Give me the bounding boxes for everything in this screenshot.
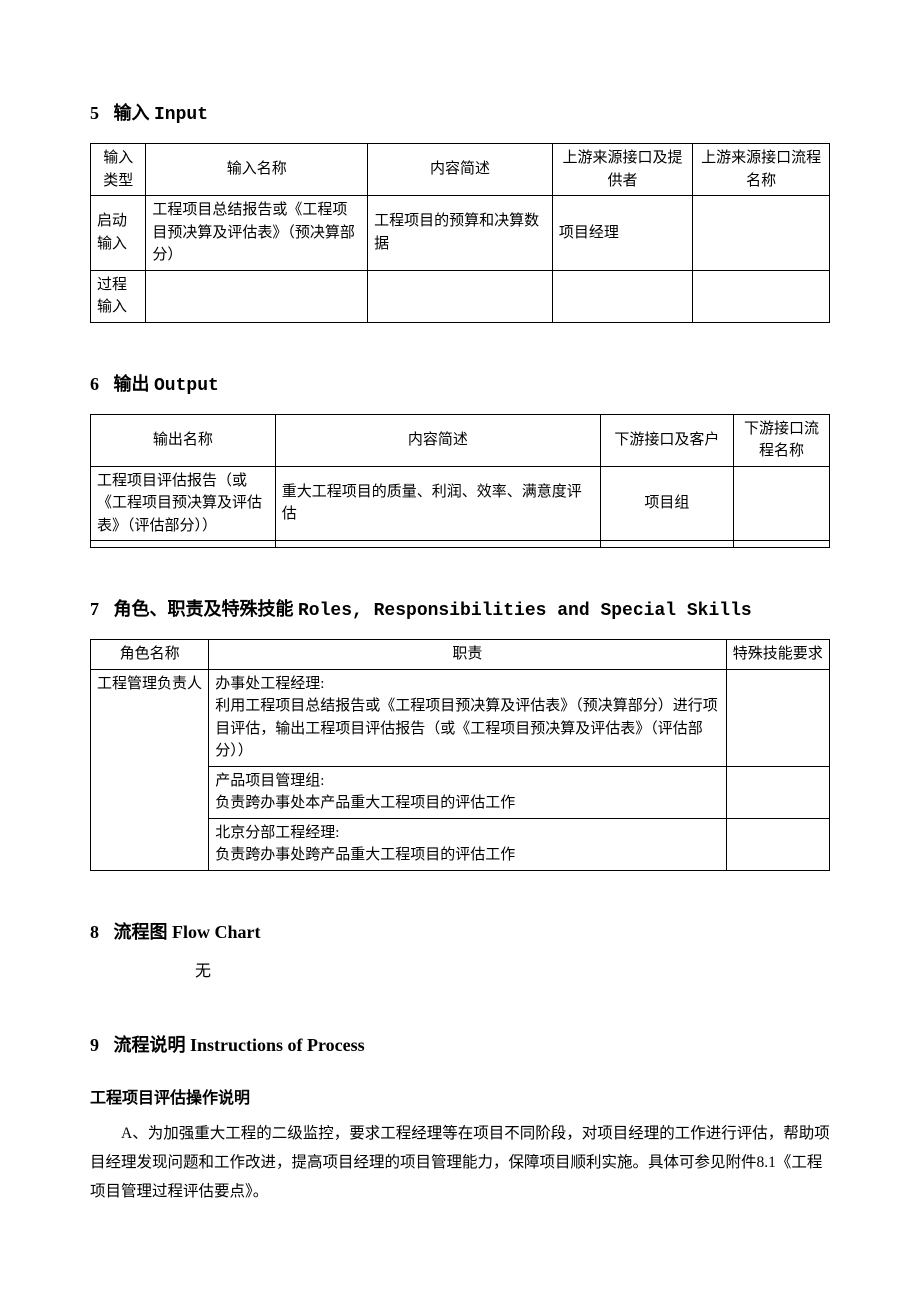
th-output-desc: 内容简述 bbox=[275, 414, 600, 466]
cell: 工程项目评估报告（或《工程项目预决算及评估表》（评估部分）） bbox=[91, 466, 276, 541]
cell bbox=[600, 541, 733, 548]
table-header-row: 输入类型 输入名称 内容简述 上游来源接口及提供者 上游来源接口流程名称 bbox=[91, 144, 830, 196]
section-9-heading: 9 流程说明 Instructions of Process bbox=[90, 1032, 830, 1059]
cell-duty-3: 北京分部工程经理: 负责跨办事处跨产品重大工程项目的评估工作 bbox=[209, 818, 726, 870]
cell: 启动输入 bbox=[91, 196, 146, 271]
cell bbox=[693, 270, 830, 322]
section-5-num: 5 bbox=[90, 103, 99, 123]
section-7-num: 7 bbox=[90, 599, 99, 619]
table-row: 工程管理负责人 办事处工程经理: 利用工程项目总结报告或《工程项目预决算及评估表… bbox=[91, 669, 830, 766]
table-row: 工程项目评估报告（或《工程项目预决算及评估表》（评估部分）） 重大工程项目的质量… bbox=[91, 466, 830, 541]
th-output-name: 输出名称 bbox=[91, 414, 276, 466]
cell-skill bbox=[726, 818, 829, 870]
th-downstream-flow: 下游接口流程名称 bbox=[733, 414, 829, 466]
section-8-title-en: Flow Chart bbox=[172, 922, 261, 942]
section-7-title-cn: 角色、职责及特殊技能 bbox=[114, 599, 294, 619]
cell: 项目组 bbox=[600, 466, 733, 541]
cell-duty-1: 办事处工程经理: 利用工程项目总结报告或《工程项目预决算及评估表》（预决算部分）… bbox=[209, 669, 726, 766]
cell-skill bbox=[726, 766, 829, 818]
cell bbox=[733, 541, 829, 548]
th-skill: 特殊技能要求 bbox=[726, 640, 829, 670]
th-input-name: 输入名称 bbox=[146, 144, 368, 196]
section-5-title-en: Input bbox=[154, 105, 208, 125]
cell-role-name: 工程管理负责人 bbox=[91, 669, 209, 870]
cell bbox=[552, 270, 692, 322]
th-upstream-provider: 上游来源接口及提供者 bbox=[552, 144, 692, 196]
section-8-heading: 8 流程图 Flow Chart bbox=[90, 919, 830, 946]
th-input-desc: 内容简述 bbox=[368, 144, 553, 196]
cell-skill bbox=[726, 669, 829, 766]
cell bbox=[693, 196, 830, 271]
section-6-heading: 6 输出 Output bbox=[90, 371, 830, 400]
section-5-title-cn: 输入 bbox=[114, 103, 150, 123]
cell: 重大工程项目的质量、利润、效率、满意度评估 bbox=[275, 466, 600, 541]
table-header-row: 输出名称 内容简述 下游接口及客户 下游接口流程名称 bbox=[91, 414, 830, 466]
cell: 项目经理 bbox=[552, 196, 692, 271]
th-downstream-client: 下游接口及客户 bbox=[600, 414, 733, 466]
cell bbox=[733, 466, 829, 541]
input-table: 输入类型 输入名称 内容简述 上游来源接口及提供者 上游来源接口流程名称 启动输… bbox=[90, 143, 830, 323]
table-row: 过程输入 bbox=[91, 270, 830, 322]
cell bbox=[91, 541, 276, 548]
section-5-heading: 5 输入 Input bbox=[90, 100, 830, 129]
cell-duty-2: 产品项目管理组: 负责跨办事处本产品重大工程项目的评估工作 bbox=[209, 766, 726, 818]
flowchart-none-text: 无 bbox=[195, 960, 830, 984]
section-6-title-en: Output bbox=[154, 376, 219, 396]
section-9-paragraph: A、为加强重大工程的二级监控，要求工程经理等在项目不同阶段，对项目经理的工作进行… bbox=[90, 1119, 830, 1207]
th-upstream-flow: 上游来源接口流程名称 bbox=[693, 144, 830, 196]
section-9-num: 9 bbox=[90, 1035, 99, 1055]
section-9-title-en: Instructions of Process bbox=[190, 1035, 365, 1055]
section-9-title-cn: 流程说明 bbox=[114, 1035, 186, 1055]
output-table: 输出名称 内容简述 下游接口及客户 下游接口流程名称 工程项目评估报告（或《工程… bbox=[90, 414, 830, 549]
cell: 工程项目的预算和决算数据 bbox=[368, 196, 553, 271]
cell: 过程输入 bbox=[91, 270, 146, 322]
cell: 工程项目总结报告或《工程项目预决算及评估表》（预决算部分） bbox=[146, 196, 368, 271]
section-8-title-cn: 流程图 bbox=[114, 922, 168, 942]
section-8-num: 8 bbox=[90, 922, 99, 942]
th-role-name: 角色名称 bbox=[91, 640, 209, 670]
section-6-num: 6 bbox=[90, 374, 99, 394]
th-input-type: 输入类型 bbox=[91, 144, 146, 196]
cell bbox=[275, 541, 600, 548]
table-header-row: 角色名称 职责 特殊技能要求 bbox=[91, 640, 830, 670]
table-row: 启动输入 工程项目总结报告或《工程项目预决算及评估表》（预决算部分） 工程项目的… bbox=[91, 196, 830, 271]
table-row bbox=[91, 541, 830, 548]
section-6-title-cn: 输出 bbox=[114, 374, 150, 394]
cell bbox=[146, 270, 368, 322]
section-9-subheading: 工程项目评估操作说明 bbox=[90, 1087, 830, 1111]
roles-table: 角色名称 职责 特殊技能要求 工程管理负责人 办事处工程经理: 利用工程项目总结… bbox=[90, 639, 830, 871]
section-7-heading: 7 角色、职责及特殊技能 Roles, Responsibilities and… bbox=[90, 596, 830, 625]
th-duty: 职责 bbox=[209, 640, 726, 670]
section-7-title-en: Roles, Responsibilities and Special Skil… bbox=[298, 601, 752, 621]
cell bbox=[368, 270, 553, 322]
